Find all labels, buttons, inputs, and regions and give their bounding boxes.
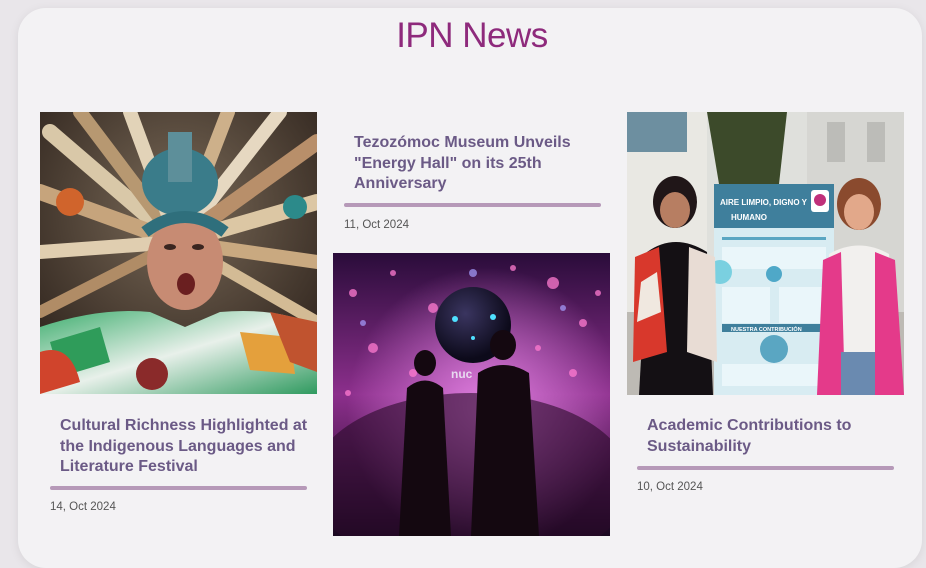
poster-title-line1: AIRE LIMPIO, DIGNO Y	[720, 198, 808, 207]
article-3-headline[interactable]: Academic Contributions to Sustainability	[647, 416, 887, 457]
page-title: IPN News	[396, 16, 548, 55]
article-1-image[interactable]	[40, 112, 317, 394]
article-1-headline[interactable]: Cultural Richness Highlighted at the Ind…	[60, 416, 308, 478]
article-2-divider	[344, 203, 601, 207]
poster-section: NUESTRA CONTRIBUCIÓN	[731, 325, 802, 333]
article-1-divider	[50, 486, 307, 490]
article-1-date: 14, Oct 2024	[50, 501, 116, 513]
museum-sign-text: nuc	[451, 367, 473, 381]
article-3-divider	[637, 466, 894, 470]
article-2-image[interactable]: nuc	[333, 253, 610, 536]
article-3-date: 10, Oct 2024	[637, 481, 703, 493]
article-3-image[interactable]: AIRE LIMPIO, DIGNO Y HUMANO NUESTRA CONT…	[627, 112, 904, 395]
poster-title-line2: HUMANO	[731, 213, 767, 222]
article-2-date: 11, Oct 2024	[344, 219, 409, 231]
article-2-headline[interactable]: Tezozómoc Museum Unveils "Energy Hall" o…	[354, 133, 590, 195]
